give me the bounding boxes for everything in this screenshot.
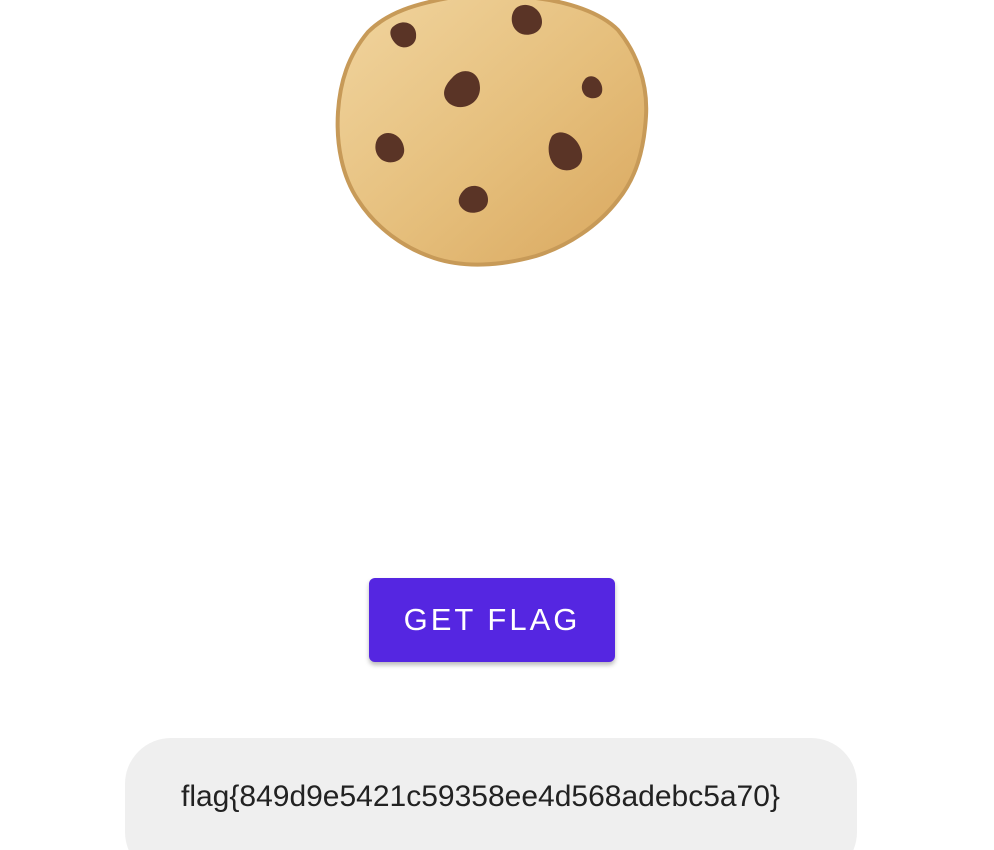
get-flag-button[interactable]: GET FLAG xyxy=(369,578,615,662)
cookie-icon xyxy=(330,0,650,272)
app-screen: GET FLAG flag{849d9e5421c59358ee4d568ade… xyxy=(0,0,994,850)
flag-text: flag{849d9e5421c59358ee4d568adebc5a70} xyxy=(181,780,780,813)
flag-output-panel: flag{849d9e5421c59358ee4d568adebc5a70} xyxy=(125,738,857,850)
